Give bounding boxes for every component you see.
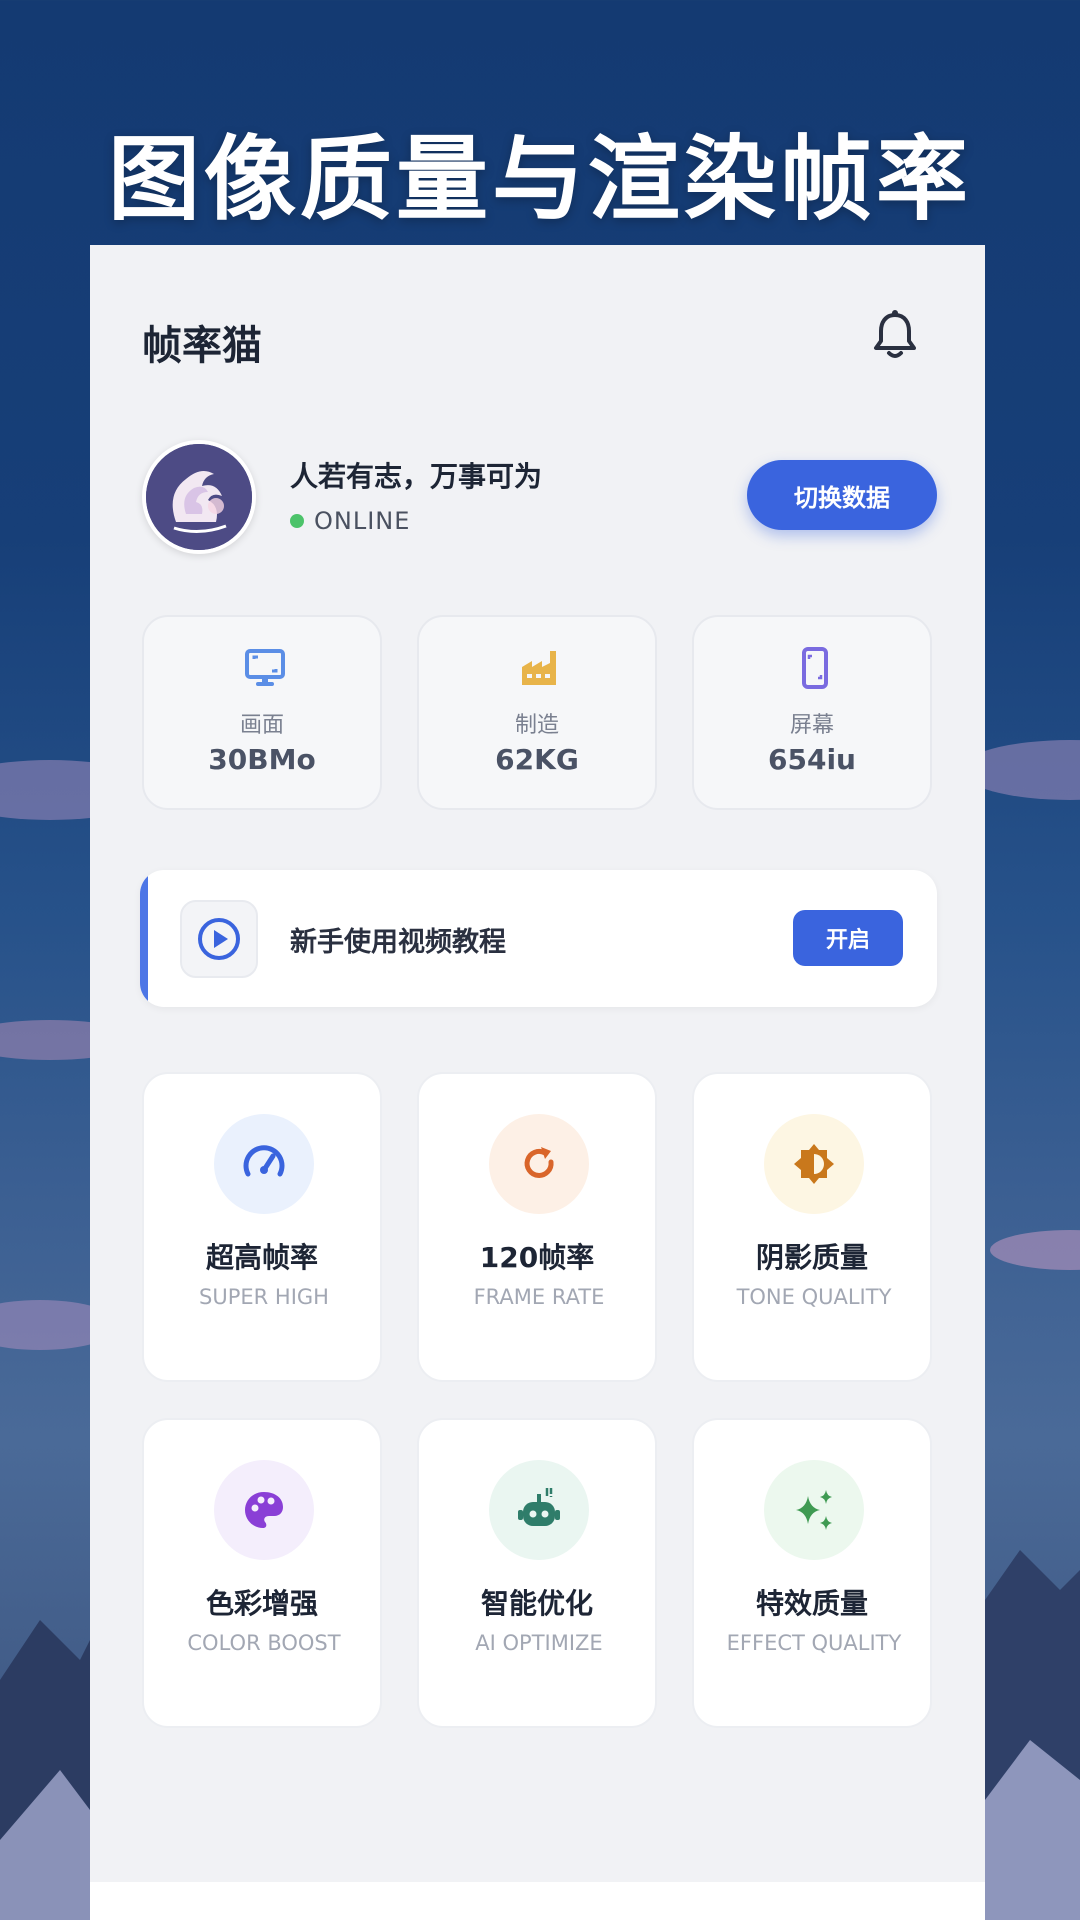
- app-title: 帧率猫: [142, 323, 262, 369]
- feature-frame-rate[interactable]: 120帧率 FRAME RATE: [417, 1072, 657, 1382]
- stat-card-screen: 画面 30BMo: [142, 615, 382, 810]
- stat-label: 制造: [514, 713, 559, 738]
- profile-motto: 人若有志，万事可为: [290, 460, 543, 493]
- stat-label: 屏幕: [789, 713, 834, 738]
- stat-value: 30BMo: [208, 743, 316, 776]
- app-panel: 帧率猫 人若有志，万事可为 ONLINE 切换数据 画面 30BMo 制造 62…: [90, 245, 985, 1920]
- stat-label: 画面: [239, 713, 284, 738]
- tutorial-banner: 新手使用视频教程 开启: [140, 870, 937, 1007]
- online-status: ONLINE: [290, 507, 410, 535]
- hero-title: 图像质量与渲染帧率: [107, 126, 972, 233]
- status-text: ONLINE: [314, 507, 411, 535]
- feature-super-high[interactable]: 超高帧率 SUPER HIGH: [142, 1072, 382, 1382]
- play-icon[interactable]: [180, 900, 258, 978]
- feature-subtitle: TONE QUALITY: [736, 1285, 892, 1309]
- stat-card-manufacture: 制造 62KG: [417, 615, 657, 810]
- robot-icon: [489, 1460, 589, 1560]
- palette-icon: [214, 1460, 314, 1560]
- status-dot-icon: [290, 514, 304, 528]
- feature-ai-optimize[interactable]: 智能优化 AI OPTIMIZE: [417, 1418, 657, 1728]
- feature-color-boost[interactable]: 色彩增强 COLOR BOOST: [142, 1418, 382, 1728]
- feature-subtitle: COLOR BOOST: [187, 1631, 341, 1655]
- feature-title: 超高帧率: [205, 1241, 318, 1274]
- feature-title: 120帧率: [479, 1241, 595, 1274]
- stat-value: 62KG: [495, 743, 579, 776]
- avatar[interactable]: [142, 440, 256, 554]
- tutorial-open-button[interactable]: 开启: [793, 910, 903, 966]
- speedometer-icon: [214, 1114, 314, 1214]
- monitor-icon: [245, 649, 285, 686]
- refresh-icon: [489, 1114, 589, 1214]
- feature-subtitle: EFFECT QUALITY: [726, 1631, 902, 1655]
- tutorial-accent: [140, 870, 148, 1007]
- feature-subtitle: FRAME RATE: [473, 1285, 605, 1309]
- sparkle-icon: [764, 1460, 864, 1560]
- factory-icon: [522, 651, 556, 685]
- feature-title: 智能优化: [480, 1587, 593, 1620]
- switch-data-button[interactable]: 切换数据: [747, 460, 937, 530]
- stat-card-display: 屏幕 654iu: [692, 615, 932, 810]
- bell-icon[interactable]: [870, 307, 920, 361]
- feature-subtitle: AI OPTIMIZE: [475, 1631, 603, 1655]
- feature-tone-quality[interactable]: 阴影质量 TONE QUALITY: [692, 1072, 932, 1382]
- feature-title: 特效质量: [755, 1587, 868, 1620]
- phone-icon: [802, 647, 828, 689]
- feature-title: 色彩增强: [205, 1587, 318, 1620]
- feature-title: 阴影质量: [755, 1241, 868, 1274]
- bottom-bar: [90, 1882, 985, 1920]
- feature-subtitle: SUPER HIGH: [199, 1285, 329, 1309]
- feature-effect-quality[interactable]: 特效质量 EFFECT QUALITY: [692, 1418, 932, 1728]
- brightness-icon: [764, 1114, 864, 1214]
- tutorial-text: 新手使用视频教程: [290, 927, 506, 958]
- stat-value: 654iu: [768, 743, 856, 776]
